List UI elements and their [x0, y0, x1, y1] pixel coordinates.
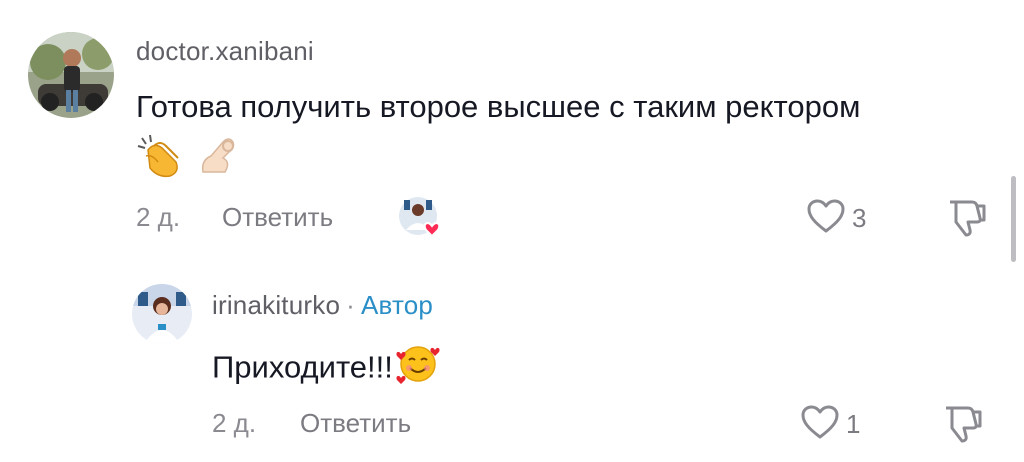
- scrollbar[interactable]: [1011, 176, 1016, 262]
- smiling-face-with-hearts-icon: [395, 340, 441, 399]
- comment-text-body: Приходите!!!: [212, 349, 393, 385]
- username-separator: ·: [346, 290, 355, 320]
- reply-button[interactable]: Ответить: [222, 202, 333, 233]
- comment-username[interactable]: irinakiturko · Автор: [212, 290, 433, 321]
- comment-text: Приходите!!!: [212, 340, 441, 399]
- comment-time: 2 д.: [136, 202, 181, 232]
- like-count: 1: [846, 409, 861, 439]
- comment-text-body: Готова получить второе высшее с таким ре…: [136, 89, 861, 124]
- ok-hand-icon: [195, 132, 241, 191]
- dislike-button[interactable]: [940, 402, 984, 449]
- comment-username[interactable]: doctor.xanibani: [136, 36, 314, 67]
- author-badge: Автор: [360, 290, 434, 320]
- comment-username-text[interactable]: irinakiturko: [212, 290, 340, 320]
- like-count: 3: [852, 203, 867, 233]
- clapping-hands-icon: [136, 132, 182, 191]
- avatar-irinakiturko[interactable]: [132, 284, 192, 344]
- dislike-button[interactable]: [944, 196, 988, 243]
- thumbs-down-icon: [950, 200, 986, 237]
- thumbs-down-icon: [946, 406, 982, 443]
- liked-by-creator-badge: [398, 196, 446, 240]
- like-button[interactable]: 3: [806, 198, 866, 239]
- comment-text: Готова получить второе высшее с таким ре…: [136, 84, 860, 130]
- comment-time: 2 д.: [212, 408, 257, 438]
- comment-emoji-line: [136, 132, 241, 191]
- like-button[interactable]: 1: [800, 404, 860, 445]
- avatar-doctor-xanibani[interactable]: [28, 32, 114, 118]
- heart-icon: [423, 222, 441, 238]
- heart-outline-icon[interactable]: [800, 404, 840, 445]
- reply-button[interactable]: Ответить: [300, 408, 411, 439]
- heart-outline-icon[interactable]: [806, 198, 846, 239]
